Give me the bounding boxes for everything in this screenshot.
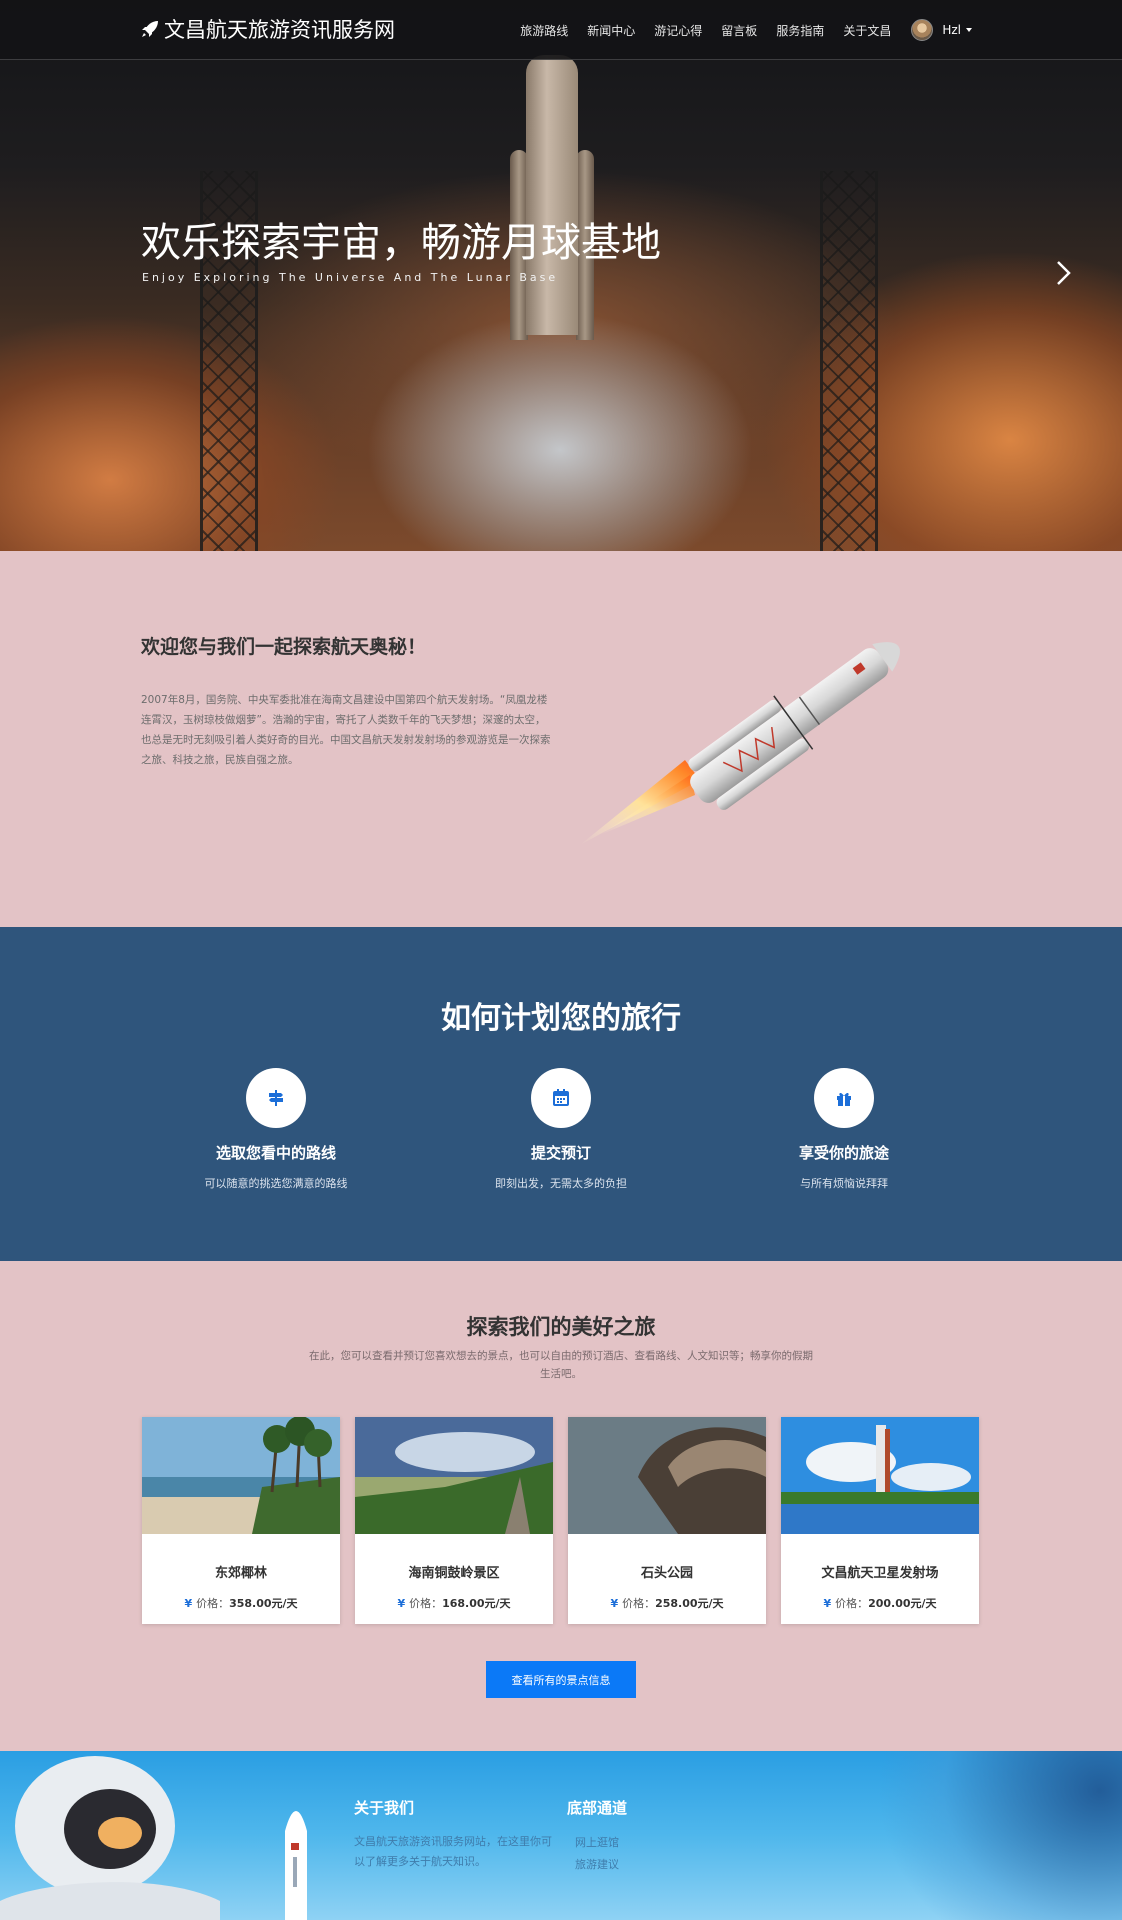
- price-label: 价格：: [409, 1597, 443, 1610]
- about-title: 欢迎您与我们一起探索航天奥秘！: [141, 636, 427, 658]
- price-label: 价格：: [835, 1597, 869, 1610]
- carousel-next-icon[interactable]: [1052, 258, 1076, 288]
- footer-links-title: 底部通道: [567, 1799, 628, 1817]
- calendar-icon: [531, 1068, 591, 1128]
- rocket-icon: [142, 21, 158, 37]
- nav-item-about[interactable]: 关于文昌: [843, 22, 891, 39]
- nav-item-service-guide[interactable]: 服务指南: [776, 22, 824, 39]
- price-label: 价格：: [196, 1597, 230, 1610]
- plan-title: 如何计划您的旅行: [441, 1001, 681, 1036]
- plan-step-text: 可以随意的挑选您满意的路线: [204, 1177, 348, 1190]
- hero-rocket: [526, 55, 578, 335]
- nav-item-message-board[interactable]: 留言板: [721, 22, 757, 39]
- nav-item-routes[interactable]: 旅游路线: [520, 22, 568, 39]
- footer-about-title: 关于我们: [354, 1799, 415, 1817]
- nav-menu: 旅游路线 新闻中心 游记心得 留言板 服务指南 关于文昌 Hzl: [501, 0, 972, 60]
- plan-step-text: 与所有烦恼说拜拜: [800, 1177, 888, 1190]
- plan-step-route: 选取您看中的路线 可以随意的挑选您满意的路线: [156, 1068, 396, 1191]
- attraction-card-dongjiao[interactable]: 东郊椰林 ¥ 价格：358.00元/天: [142, 1416, 340, 1624]
- attraction-name: 石头公园: [640, 1566, 693, 1581]
- plan-step-title: 选取您看中的路线: [215, 1144, 336, 1162]
- plan-section: 如何计划您的旅行 选取您看中的路线 可以随意的挑选您满意的路线 提交预订 即刻出…: [0, 927, 1122, 1261]
- avatar[interactable]: [911, 19, 934, 41]
- footer: 关于我们 文昌航天旅游资讯服务网站，在这里你可以了解更多关于航天知识。 底部通道…: [0, 1751, 1122, 1920]
- plan-step-enjoy: 享受你的旅途 与所有烦恼说拜拜: [724, 1068, 964, 1191]
- brand-title: 文昌航天旅游资讯服务网: [164, 18, 395, 42]
- yen-icon: ¥: [397, 1597, 406, 1610]
- nav-item-news[interactable]: 新闻中心: [587, 22, 635, 39]
- launch-rocket-image: [285, 1811, 307, 1920]
- price-value: 258.00元/天: [655, 1597, 724, 1610]
- plan-step-title: 提交预订: [530, 1144, 591, 1162]
- attraction-card-stone-park[interactable]: 石头公园 ¥ 价格：258.00元/天: [568, 1417, 766, 1624]
- rocket-illustration: [580, 642, 900, 845]
- footer-links: 底部通道 网上逛馆 旅游建议: [567, 1797, 627, 1876]
- price-value: 358.00元/天: [229, 1597, 298, 1610]
- footer-link-travel-advice[interactable]: 旅游建议: [575, 1854, 627, 1876]
- plan-step-booking: 提交预订 即刻出发，无需太多的负担: [441, 1068, 681, 1191]
- attraction-card-tonggu[interactable]: 海南铜鼓岭景区 ¥ 价格：168.00元/天: [355, 1417, 553, 1624]
- caret-down-icon: [966, 28, 972, 32]
- price-label: 价格：: [622, 1597, 656, 1610]
- attraction-image: [568, 1417, 766, 1534]
- attraction-card-launch-site[interactable]: 文昌航天卫星发射场 ¥ 价格：200.00元/天: [781, 1417, 979, 1624]
- attraction-price: ¥ 价格：258.00元/天: [568, 1595, 766, 1611]
- footer-about-text: 文昌航天旅游资讯服务网站，在这里你可以了解更多关于航天知识。: [354, 1835, 552, 1868]
- attraction-name: 海南铜鼓岭景区: [408, 1566, 500, 1581]
- footer-about: 关于我们 文昌航天旅游资讯服务网站，在这里你可以了解更多关于航天知识。: [354, 1797, 559, 1872]
- plan-step-title: 享受你的旅途: [798, 1144, 889, 1162]
- footer-link-online-museum[interactable]: 网上逛馆: [575, 1832, 627, 1854]
- brand-logo[interactable]: 文昌航天旅游资讯服务网: [140, 14, 395, 44]
- explore-title: 探索我们的美好之旅: [466, 1315, 656, 1339]
- hero-banner: 欢乐探索宇宙，畅游月球基地 Enjoy Exploring The Univer…: [0, 0, 1122, 551]
- view-all-attractions-button[interactable]: 查看所有的景点信息: [486, 1661, 636, 1698]
- plan-step-text: 即刻出发，无需太多的负担: [495, 1177, 627, 1190]
- navbar: 文昌航天旅游资讯服务网 旅游路线 新闻中心 游记心得 留言板 服务指南 关于文昌…: [0, 0, 1122, 60]
- signpost-icon: [246, 1068, 306, 1128]
- user-menu[interactable]: Hzl: [942, 23, 972, 37]
- user-name: Hzl: [942, 23, 961, 37]
- about-text: 2007年8月，国务院、中央军委批准在海南文昌建设中国第四个航天发射场。“凤凰龙…: [141, 694, 551, 766]
- yen-icon: ¥: [610, 1597, 619, 1610]
- nav-item-travelogue[interactable]: 游记心得: [654, 22, 702, 39]
- attraction-price: ¥ 价格：168.00元/天: [355, 1595, 553, 1611]
- yen-icon: ¥: [823, 1597, 832, 1610]
- attraction-name: 东郊椰林: [214, 1566, 267, 1581]
- attraction-price: ¥ 价格：200.00元/天: [781, 1595, 979, 1611]
- attraction-price: ¥ 价格：358.00元/天: [142, 1595, 340, 1611]
- price-value: 200.00元/天: [868, 1597, 937, 1610]
- hero-subtitle: Enjoy Exploring The Universe And The Lun…: [142, 271, 559, 284]
- attraction-image: [355, 1417, 553, 1534]
- astronaut-image: [0, 1756, 220, 1920]
- launch-tower-right: [820, 171, 878, 551]
- attraction-image: [142, 1416, 340, 1534]
- price-value: 168.00元/天: [442, 1597, 511, 1610]
- explore-subtitle: 在此，您可以查看并预订您喜欢想去的景点，也可以自由的预订酒店、查看路线、人文知识…: [309, 1350, 813, 1380]
- gift-icon: [814, 1068, 874, 1128]
- attraction-name: 文昌航天卫星发射场: [821, 1566, 939, 1581]
- yen-icon: ¥: [184, 1597, 193, 1610]
- attraction-image: [781, 1417, 979, 1534]
- hero-title: 欢乐探索宇宙，畅游月球基地: [141, 220, 661, 266]
